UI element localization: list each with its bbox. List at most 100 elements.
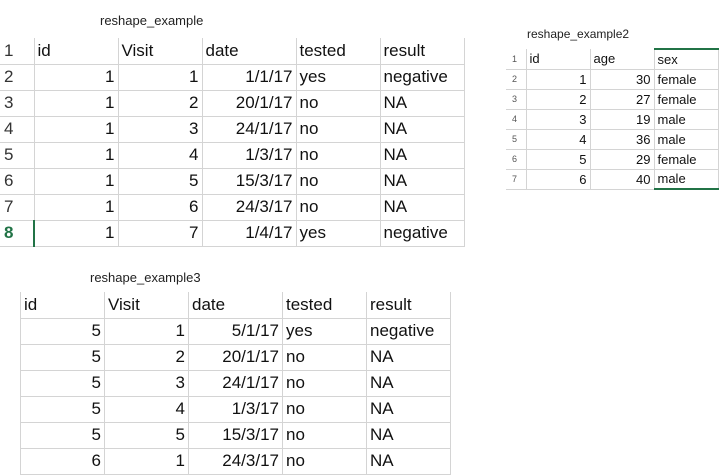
cell[interactable]: 6 xyxy=(117,193,203,221)
cell[interactable]: 1 xyxy=(117,63,203,91)
cell[interactable]: 2 xyxy=(104,343,189,371)
cell[interactable]: NA xyxy=(366,343,451,371)
cell[interactable]: 1/4/17 xyxy=(201,219,297,247)
cell[interactable]: no xyxy=(295,193,381,221)
cell[interactable]: 5 xyxy=(117,167,203,195)
cell[interactable]: negative xyxy=(379,219,465,247)
cell[interactable]: yes xyxy=(295,219,381,247)
cell[interactable]: 1 xyxy=(33,167,119,195)
cell[interactable]: 3 xyxy=(525,108,591,130)
cell[interactable]: negative xyxy=(379,63,465,91)
cell[interactable]: 2 xyxy=(525,88,591,110)
cell[interactable]: 1 xyxy=(33,193,119,221)
cell[interactable]: no xyxy=(295,141,381,169)
cell[interactable]: tested xyxy=(295,38,381,65)
cell[interactable]: 40 xyxy=(589,168,655,190)
cell[interactable]: female xyxy=(653,68,719,90)
cell[interactable]: 24/1/17 xyxy=(188,369,283,397)
cell[interactable]: age xyxy=(589,49,655,70)
cell[interactable]: id xyxy=(33,38,119,65)
cell[interactable]: 30 xyxy=(589,68,655,90)
row-header[interactable]: 5 xyxy=(0,141,35,169)
cell[interactable]: result xyxy=(379,38,465,65)
cell[interactable]: yes xyxy=(282,317,367,345)
cell[interactable]: NA xyxy=(366,421,451,449)
cell[interactable]: 1 xyxy=(33,115,119,143)
cell[interactable]: 27 xyxy=(589,88,655,110)
cell[interactable]: 5 xyxy=(20,369,105,397)
cell[interactable]: 20/1/17 xyxy=(201,89,297,117)
row-header[interactable]: 1 xyxy=(506,49,527,70)
cell[interactable]: 24/1/17 xyxy=(201,115,297,143)
cell[interactable]: id xyxy=(525,49,591,70)
cell[interactable]: no xyxy=(295,89,381,117)
cell[interactable]: no xyxy=(282,395,367,423)
cell[interactable]: date xyxy=(188,292,283,319)
cell[interactable]: yes xyxy=(295,63,381,91)
cell[interactable]: no xyxy=(282,343,367,371)
cell[interactable]: 15/3/17 xyxy=(201,167,297,195)
row-header[interactable]: 3 xyxy=(506,88,527,110)
cell[interactable]: no xyxy=(295,115,381,143)
cell[interactable]: female xyxy=(653,148,719,170)
row-header[interactable]: 7 xyxy=(506,168,527,190)
cell[interactable]: 20/1/17 xyxy=(188,343,283,371)
cell[interactable]: 5 xyxy=(20,317,105,345)
row-header[interactable]: 5 xyxy=(506,128,527,150)
cell[interactable]: 5 xyxy=(525,148,591,170)
cell[interactable]: NA xyxy=(379,115,465,143)
cell[interactable]: negative xyxy=(366,317,451,345)
cell[interactable]: 24/3/17 xyxy=(188,447,283,475)
cell[interactable]: Visit xyxy=(117,38,203,65)
cell[interactable]: 5 xyxy=(20,395,105,423)
cell[interactable]: NA xyxy=(379,141,465,169)
cell[interactable]: no xyxy=(295,167,381,195)
cell[interactable]: NA xyxy=(366,395,451,423)
cell[interactable]: 1/3/17 xyxy=(188,395,283,423)
cell[interactable]: sex xyxy=(653,48,719,70)
cell[interactable]: 24/3/17 xyxy=(201,193,297,221)
row-header[interactable]: 4 xyxy=(506,108,527,130)
cell[interactable]: no xyxy=(282,369,367,397)
cell[interactable]: Visit xyxy=(104,292,189,319)
cell[interactable]: 4 xyxy=(104,395,189,423)
cell[interactable]: 19 xyxy=(589,108,655,130)
cell[interactable]: NA xyxy=(379,193,465,221)
cell[interactable]: 3 xyxy=(117,115,203,143)
cell[interactable]: 1 xyxy=(525,68,591,90)
cell[interactable]: id xyxy=(20,292,105,319)
cell[interactable]: 6 xyxy=(20,447,105,475)
row-header[interactable]: 7 xyxy=(0,193,35,221)
cell-selected[interactable]: male xyxy=(653,168,719,190)
cell[interactable]: 6 xyxy=(525,168,591,190)
row-header[interactable]: 1 xyxy=(0,38,35,65)
cell[interactable]: 4 xyxy=(525,128,591,150)
cell[interactable]: 7 xyxy=(117,219,203,247)
cell[interactable]: 2 xyxy=(117,89,203,117)
cell[interactable]: tested xyxy=(282,292,367,319)
cell[interactable]: 5 xyxy=(104,421,189,449)
cell[interactable]: NA xyxy=(366,447,451,475)
cell[interactable]: 1/1/17 xyxy=(201,63,297,91)
cell[interactable]: NA xyxy=(379,167,465,195)
row-header[interactable]: 6 xyxy=(506,148,527,170)
cell[interactable]: 5 xyxy=(20,421,105,449)
row-header[interactable]: 6 xyxy=(0,167,35,195)
cell[interactable]: 1 xyxy=(104,447,189,475)
row-header[interactable]: 2 xyxy=(506,68,527,90)
cell[interactable]: 15/3/17 xyxy=(188,421,283,449)
cell[interactable]: NA xyxy=(366,369,451,397)
cell[interactable]: 1 xyxy=(33,219,119,247)
row-header[interactable]: 3 xyxy=(0,89,35,117)
cell[interactable]: male xyxy=(653,128,719,150)
cell[interactable]: female xyxy=(653,88,719,110)
cell[interactable]: 3 xyxy=(104,369,189,397)
cell[interactable]: result xyxy=(366,292,451,319)
row-header[interactable]: 2 xyxy=(0,63,35,91)
cell[interactable]: 1/3/17 xyxy=(201,141,297,169)
cell[interactable]: 36 xyxy=(589,128,655,150)
cell[interactable]: male xyxy=(653,108,719,130)
cell[interactable]: NA xyxy=(379,89,465,117)
cell[interactable]: 1 xyxy=(33,63,119,91)
cell[interactable]: 1 xyxy=(104,317,189,345)
